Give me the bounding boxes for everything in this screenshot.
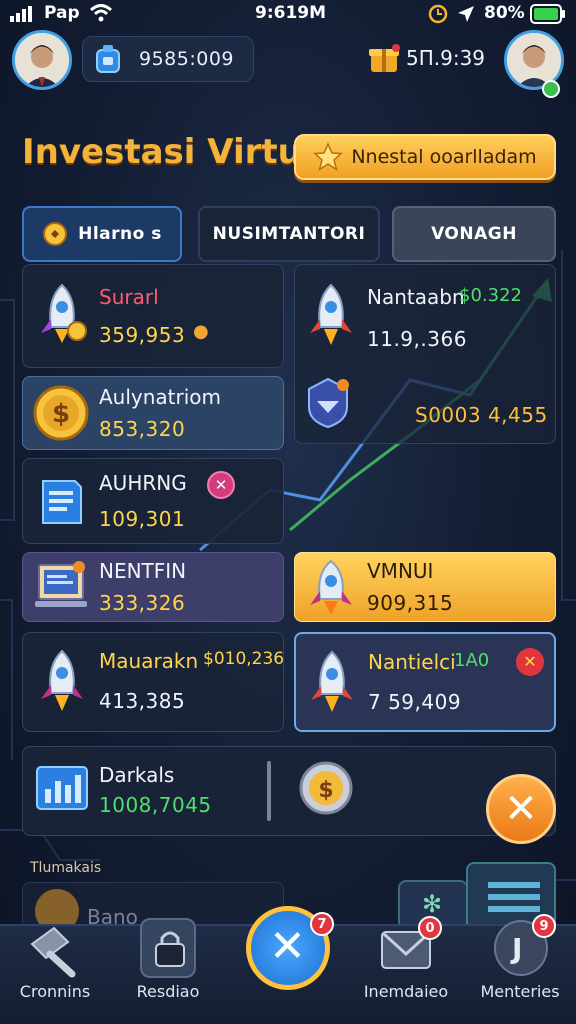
notification-badge: 9 [532,914,556,938]
close-button[interactable]: ✕ [486,774,556,844]
asset-name: Mauarakn [99,649,199,673]
close-badge-icon[interactable]: ✕ [207,471,235,499]
nav-item-cronnins[interactable] [24,924,84,980]
trade-icon: ✕ [269,921,306,972]
portfolio-summary-card[interactable]: Darkals 1008,7045 $ [22,746,556,836]
gear-icon: ✻ [422,890,443,918]
asset-card[interactable]: NENTFIN 333,326 [22,552,284,622]
notification-badge: 7 [310,912,334,936]
page-title: Investasi Virtual [22,132,337,172]
star-icon [313,142,344,172]
lock-icon [155,931,185,967]
location-icon [458,6,474,22]
asset-name: Nantielci [368,650,456,674]
asset-name: AUHRNG [99,471,187,495]
asset-amount: 333,326 [99,591,186,615]
balance-pill[interactable]: 9585:009 [82,36,254,82]
asset-name: Surarl [99,285,159,309]
asset-amount: 413,385 [99,689,186,713]
svg-text:$: $ [52,399,70,429]
balance-value: 9585:009 [139,48,235,70]
reward-timer: 5Π.9:39 [406,46,486,70]
hammer-icon [30,926,76,978]
tab-vonagh[interactable]: VONAGH [392,206,556,262]
summary-amount: 1008,7045 [99,793,212,817]
alarm-icon [428,4,448,24]
asset-card-selected[interactable]: Nantielci 1A0 ✕ 7 59,409 [294,632,556,732]
asset-amount: 359,953 [99,323,186,347]
summary-name: Darkals [99,763,175,787]
asset-extra: $010,236 [203,649,285,669]
wifi-icon [90,4,112,22]
asset-amount: 109,301 [99,507,186,531]
avatar-face [15,33,69,87]
nav-label: Cronnins [19,982,91,1001]
gift-box-icon [369,44,400,72]
user-avatar[interactable] [12,30,72,90]
asset-name: Nantaabn [367,285,465,309]
rocket-icon [310,283,352,345]
status-time: 9:619M [255,3,327,23]
status-bar: Pap 9:619M 80% [0,0,576,28]
nav-item-resdiao[interactable] [140,918,196,978]
rocket-icon [41,283,87,343]
tab-label: VONAGH [431,224,517,244]
wallet-icon [96,45,120,73]
list-icon [488,882,540,912]
asset-card-highlight[interactable]: VMNUI 909,315 [294,552,556,622]
avatar-face [507,33,561,87]
coin-icon: ● [193,321,209,342]
asset-extra: 1A0 [454,650,490,671]
asset-name: Aulynatriom [99,385,222,409]
battery-icon [530,4,565,24]
laptop-icon [35,561,87,607]
rocket-icon [310,559,352,615]
dollar-coin-icon: $ [33,385,89,441]
trophy-icon: J [512,932,523,965]
tab-label: Hlarno s [78,224,162,244]
signal-icon [10,6,32,22]
asset-amount: 853,320 [99,417,186,441]
cta-label: Nnestal ooarlladam [351,146,537,168]
asset-amount: 11.9,.366 [367,327,467,351]
asset-amount: 7 59,409 [368,690,462,714]
asset-amount: S0003 4,455 [415,403,548,427]
asset-card[interactable]: AUHRNG ✕ 109,301 [22,458,284,544]
online-badge-icon [542,80,560,98]
asset-name: VMNUI [367,559,434,583]
nav-label: Menteries [480,982,560,1001]
asset-amount: 909,315 [367,591,454,615]
asset-card[interactable]: Mauarakn $010,236 413,385 [22,632,284,732]
tab-hlarno[interactable]: Hlarno s [22,206,182,262]
close-badge-icon[interactable]: ✕ [516,648,544,676]
dollar-coin-icon: $ [299,761,353,815]
asset-card[interactable]: Surarl 359,953 ● [22,264,284,368]
rocket-icon [41,649,83,711]
carrier-name: Pap [44,3,80,23]
section-label: Tlumakais [30,860,102,876]
asset-card[interactable]: $ Aulynatriom 853,320 [22,376,284,450]
svg-text:$: $ [318,778,333,803]
reward-box[interactable] [368,42,400,78]
rocket-icon [311,650,353,712]
divider [267,761,271,821]
asset-extra: $0.322 [459,285,522,306]
nav-label: Resdiao [136,982,200,1001]
asset-name: NENTFIN [99,559,187,583]
nav-label: Inemdaieo [363,982,449,1001]
battery-percent: 80% [484,3,525,23]
tab-label: NUSIMTANTORI [212,224,366,244]
shield-icon [308,377,349,429]
asset-card-large[interactable]: Nantaabn $0.322 11.9,.366 S0003 4,455 [294,264,556,444]
tab-nusimtantori[interactable]: NUSIMTANTORI [198,206,380,262]
tab-coin-icon [43,222,68,246]
document-icon [42,480,82,524]
bar-chart-icon [36,766,88,810]
notification-badge: 0 [418,916,442,940]
invest-cta-button[interactable]: Nnestal ooarlladam [294,134,556,180]
